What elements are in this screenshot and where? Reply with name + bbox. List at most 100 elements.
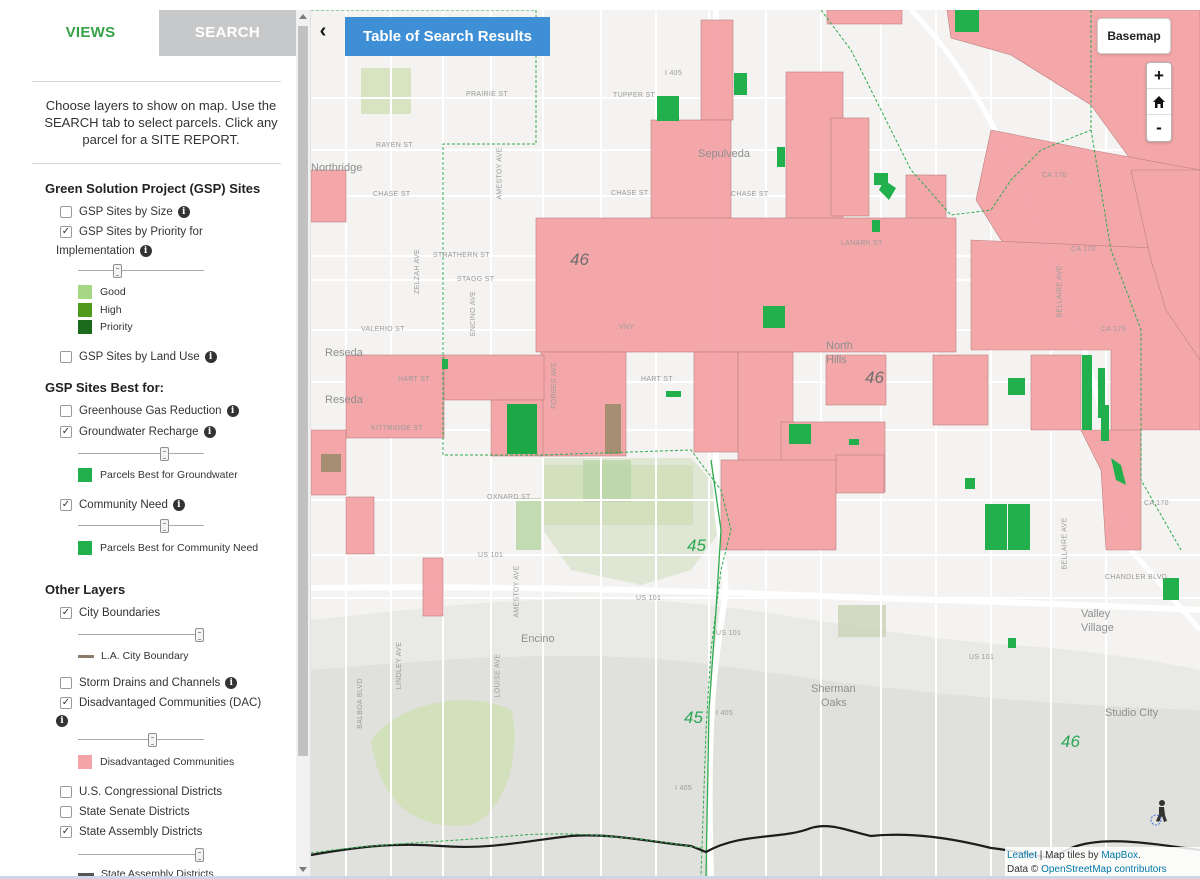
info-icon[interactable]: i: [225, 677, 238, 689]
swatch-groundwater: [78, 468, 92, 482]
slider-thumb[interactable]: [160, 519, 169, 533]
osm-link[interactable]: OpenStreetMap contributors: [1041, 864, 1167, 875]
tab-views[interactable]: VIEWS: [22, 10, 159, 56]
scrollbar-thumb[interactable]: [298, 26, 308, 756]
gsp-land-use-label: GSP Sites by Land Use: [79, 351, 200, 363]
district-label: 45: [687, 536, 706, 555]
layer-gsp-by-size[interactable]: GSP Sites by Size i: [60, 206, 190, 218]
assembly-opacity-slider[interactable]: [78, 848, 204, 862]
collapse-sidebar-chevron-icon[interactable]: ‹: [313, 20, 333, 44]
slider-thumb[interactable]: [195, 848, 204, 862]
zoom-control: + -: [1146, 62, 1172, 142]
community-checkbox[interactable]: ✓: [60, 499, 72, 511]
layer-community-need[interactable]: ✓ Community Need i: [60, 499, 185, 511]
home-icon[interactable]: [1147, 89, 1171, 115]
groundwater-opacity-slider[interactable]: [78, 447, 204, 461]
park-area: [838, 605, 886, 637]
layer-ghg[interactable]: Greenhouse Gas Reduction i: [60, 405, 239, 417]
gsp-priority-label-line2: Implementation i: [56, 245, 152, 257]
storm-checkbox[interactable]: [60, 677, 72, 689]
leaflet-link[interactable]: Leaflet: [1007, 850, 1037, 861]
dac-opacity-slider[interactable]: [78, 733, 204, 747]
gsp-land-use-checkbox[interactable]: [60, 351, 72, 363]
attribution-text: Data ©: [1007, 864, 1042, 875]
highway-label: CA 170: [1101, 326, 1126, 333]
street-view-pegman-icon[interactable]: [1147, 798, 1173, 828]
congress-checkbox[interactable]: [60, 786, 72, 798]
city-opacity-slider[interactable]: [78, 628, 204, 642]
info-icon[interactable]: i: [172, 499, 185, 511]
highway-label: US 101: [716, 630, 742, 637]
scroll-down-icon[interactable]: [299, 867, 307, 872]
scroll-up-icon[interactable]: [299, 14, 307, 19]
street-label: PRAIRIE ST: [466, 91, 508, 98]
mapbox-link[interactable]: MapBox: [1101, 850, 1138, 861]
layer-state-assembly[interactable]: ✓ State Assembly Districts: [60, 826, 202, 838]
street-label: BALBOA BLVD: [356, 678, 364, 729]
legend-priority-label: Priority: [100, 321, 133, 333]
senate-label: State Senate Districts: [79, 806, 190, 818]
place-label: North: [826, 340, 853, 352]
legend-priority: Priority: [78, 320, 133, 334]
layer-gsp-by-land-use[interactable]: GSP Sites by Land Use i: [60, 351, 217, 363]
community-opacity-slider[interactable]: [78, 519, 204, 533]
place-label: Encino: [521, 633, 555, 645]
street-label: BELLAIRE AVE: [1061, 517, 1069, 570]
gsp-size-checkbox[interactable]: [60, 206, 72, 218]
layer-groundwater[interactable]: ✓ Groundwater Recharge i: [60, 426, 216, 438]
highway-label: US 101: [636, 595, 662, 602]
intro-text: Choose layers to show on map. Use the SE…: [44, 98, 278, 147]
info-icon[interactable]: i: [226, 405, 239, 417]
gsp-priority-checkbox[interactable]: ✓: [60, 226, 72, 238]
attribution-line-1: Leaflet | Map tiles by MapBox.: [1007, 849, 1198, 863]
street-label: CHANDLER BLVD: [1105, 574, 1168, 581]
layer-storm-drains[interactable]: Storm Drains and Channels i: [60, 677, 238, 689]
layer-city-boundaries[interactable]: ✓ City Boundaries: [60, 607, 160, 619]
slider-thumb[interactable]: [148, 733, 157, 747]
slider-thumb[interactable]: [160, 447, 169, 461]
city-checkbox[interactable]: ✓: [60, 607, 72, 619]
zoom-out-button[interactable]: -: [1147, 115, 1171, 141]
highway-label: CA 170: [1071, 246, 1096, 253]
info-icon[interactable]: i: [139, 245, 152, 257]
divider: [32, 81, 281, 82]
street-label: LINDLEY AVE: [396, 641, 404, 690]
info-icon[interactable]: i: [56, 715, 68, 727]
ghg-checkbox[interactable]: [60, 405, 72, 417]
slider-thumb[interactable]: [113, 264, 122, 278]
info-icon[interactable]: i: [204, 351, 217, 363]
layer-dac[interactable]: ✓ Disadvantaged Communities (DAC): [60, 697, 261, 709]
map-view[interactable]: PRAIRIE ST TUPPER ST RAYEN ST CHASE ST C…: [311, 10, 1200, 876]
legend-community-label: Parcels Best for Community Need: [100, 542, 259, 554]
assembly-checkbox[interactable]: ✓: [60, 826, 72, 838]
layer-congressional[interactable]: U.S. Congressional Districts: [60, 786, 222, 798]
tab-search[interactable]: SEARCH: [159, 10, 296, 56]
slider-track: [78, 739, 204, 740]
zoom-in-button[interactable]: +: [1147, 63, 1171, 89]
map-attribution: Leaflet | Map tiles by MapBox. Data © Op…: [1005, 847, 1200, 876]
basemap-button[interactable]: Basemap: [1097, 18, 1171, 54]
highway-label: I 405: [675, 785, 693, 792]
layer-gsp-by-priority[interactable]: ✓ GSP Sites by Priority for: [60, 226, 203, 238]
senate-checkbox[interactable]: [60, 806, 72, 818]
slider-thumb[interactable]: [195, 628, 204, 642]
gsp-priority-opacity-slider[interactable]: [78, 264, 204, 278]
assembly-label: State Assembly Districts: [79, 826, 203, 838]
layer-state-senate[interactable]: State Senate Districts: [60, 806, 190, 818]
street-label: OXNARD ST: [487, 494, 531, 501]
table-of-search-results-button[interactable]: Table of Search Results: [345, 17, 550, 56]
other-layers-section-title: Other Layers: [45, 582, 126, 597]
slider-track: [78, 270, 204, 271]
place-label: Sepulveda: [698, 148, 750, 160]
congress-label: U.S. Congressional Districts: [79, 786, 223, 798]
info-icon[interactable]: i: [177, 206, 190, 218]
legend-good: Good: [78, 285, 126, 299]
info-icon[interactable]: i: [203, 426, 216, 438]
street-label: AMESTOY AVE: [513, 565, 521, 618]
dac-checkbox[interactable]: ✓: [60, 697, 72, 709]
groundwater-checkbox[interactable]: ✓: [60, 426, 72, 438]
street-label: VALERIO ST: [361, 326, 405, 333]
sidebar-tabs: VIEWS SEARCH: [22, 10, 296, 56]
district-label: 46: [865, 368, 884, 387]
sidebar-scrollbar[interactable]: [296, 10, 310, 876]
